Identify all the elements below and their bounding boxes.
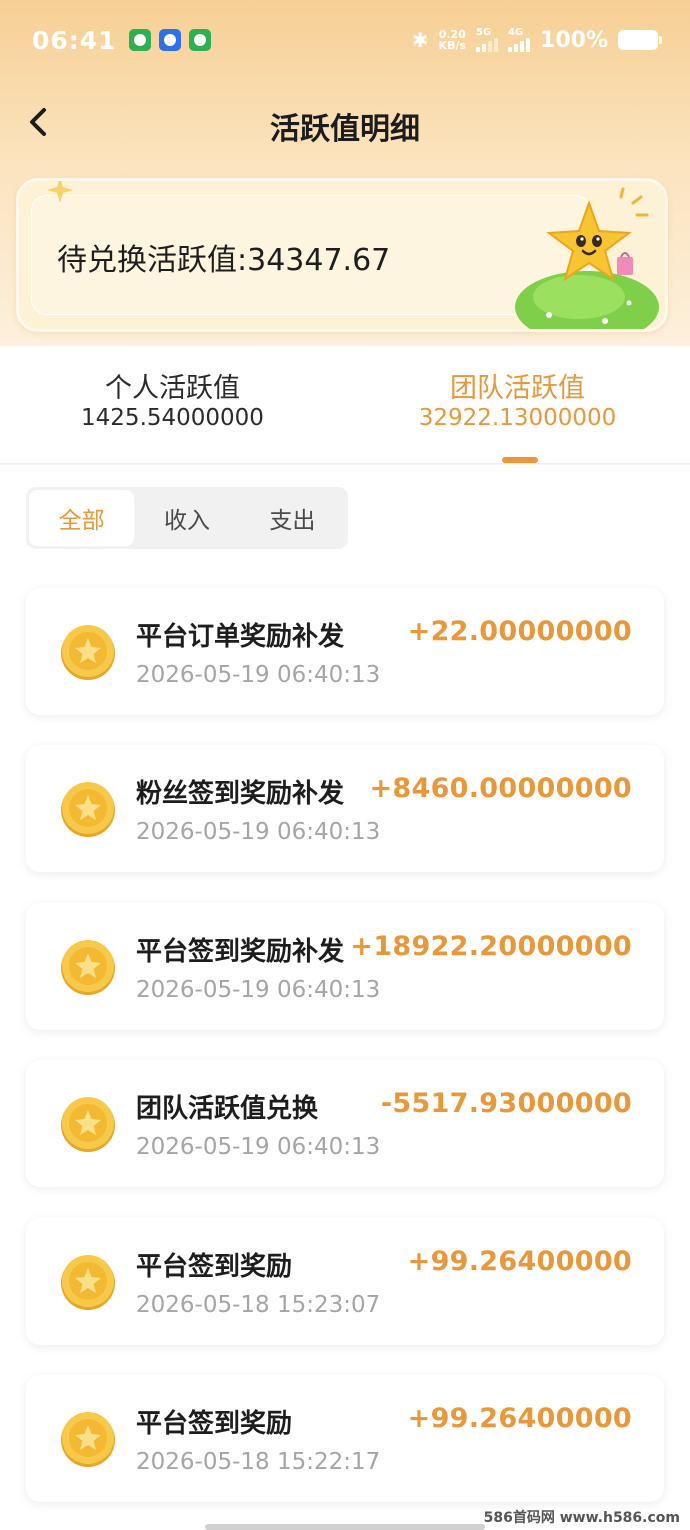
signal-4g-icon: 4G [508, 28, 531, 52]
notification-icons [128, 29, 211, 51]
record-title: 平台签到奖励 [136, 1252, 293, 1282]
coin-icon [58, 779, 118, 839]
coin-icon [58, 1094, 118, 1154]
record-amount: +99.26400000 [407, 1246, 632, 1277]
active-tab-indicator [502, 457, 538, 463]
filter-segmented-control: 全部 收入 支出 [26, 487, 348, 549]
app-notification-icon [128, 29, 151, 51]
tab-team-activity[interactable]: 团队活跃值 32922.13000000 [345, 374, 690, 432]
coin-icon [58, 1409, 118, 1469]
record-title: 粉丝签到奖励补发 [136, 779, 345, 809]
tab-personal-activity[interactable]: 个人活跃值 1425.54000000 [0, 374, 345, 432]
record-item[interactable]: 粉丝签到奖励补发 2026-05-19 06:40:13 +8460.0000000… [26, 745, 664, 872]
page-title: 活跃值明细 [270, 112, 420, 147]
record-time: 2026-05-18 15:23:07 [136, 1292, 381, 1318]
coin-icon [58, 622, 118, 682]
filter-expense[interactable]: 支出 [240, 490, 345, 546]
record-item[interactable]: 团队活跃值兑换 2026-05-19 06:40:13 -5517.93000000 [26, 1060, 664, 1187]
record-time: 2026-05-19 06:40:13 [136, 819, 381, 845]
coin-icon [58, 1252, 118, 1312]
record-time: 2026-05-19 06:40:13 [136, 662, 381, 688]
record-amount: +18922.20000000 [350, 931, 632, 962]
record-item[interactable]: 平台签到奖励补发 2026-05-19 06:40:13 +18922.200000… [26, 903, 664, 1030]
record-title: 团队活跃值兑换 [136, 1094, 319, 1124]
bluetooth-icon: ✱ [411, 28, 429, 52]
record-title: 平台签到奖励补发 [136, 937, 345, 967]
record-time: 2026-05-18 15:22:17 [136, 1449, 381, 1475]
network-speed: 0.20 KB/s [438, 28, 467, 52]
pending-activity-value: 待兑换活跃值:34347.67 [57, 243, 391, 278]
status-bar: 06:41 ✱ 0.20 KB/s 5G 4G 100% [0, 0, 690, 80]
record-amount: +22.00000000 [407, 616, 632, 647]
record-time: 2026-05-19 06:40:13 [136, 977, 381, 1003]
record-amount: -5517.93000000 [380, 1088, 632, 1119]
app-notification-icon [188, 29, 211, 51]
sparkle-icon [47, 181, 73, 203]
record-item[interactable]: 平台签到奖励 2026-05-18 15:23:07 +99.26400000 [26, 1218, 664, 1345]
home-indicator [205, 1524, 485, 1530]
battery-percentage: 100% [540, 27, 608, 53]
record-title: 平台订单奖励补发 [136, 622, 345, 652]
filter-income[interactable]: 收入 [134, 490, 239, 546]
record-title: 平台签到奖励 [136, 1409, 293, 1439]
filter-all[interactable]: 全部 [29, 490, 135, 546]
record-time: 2026-05-19 06:40:13 [136, 1134, 381, 1160]
nav-bar: 活跃值明细 [0, 90, 690, 154]
battery-icon [618, 30, 662, 50]
record-amount: +99.26400000 [407, 1403, 632, 1434]
shield-app-icon [158, 29, 181, 51]
record-amount: +8460.00000000 [369, 773, 632, 804]
watermark: 586首码网 www.h586.com [483, 1510, 680, 1526]
record-item[interactable]: 平台签到奖励 2026-05-18 15:22:17 +99.26400000 [26, 1375, 664, 1502]
record-item[interactable]: 平台订单奖励补发 2026-05-19 06:40:13 +22.00000000 [26, 588, 664, 715]
coin-icon [58, 937, 118, 997]
star-mascot-icon [515, 187, 659, 329]
signal-5g-icon: 5G [476, 28, 499, 52]
activity-tabs: 个人活跃值 1425.54000000 团队活跃值 32922.13000000 [0, 346, 690, 464]
balance-card: 待兑换活跃值:34347.67 [16, 178, 668, 332]
clock: 06:41 [32, 25, 117, 55]
